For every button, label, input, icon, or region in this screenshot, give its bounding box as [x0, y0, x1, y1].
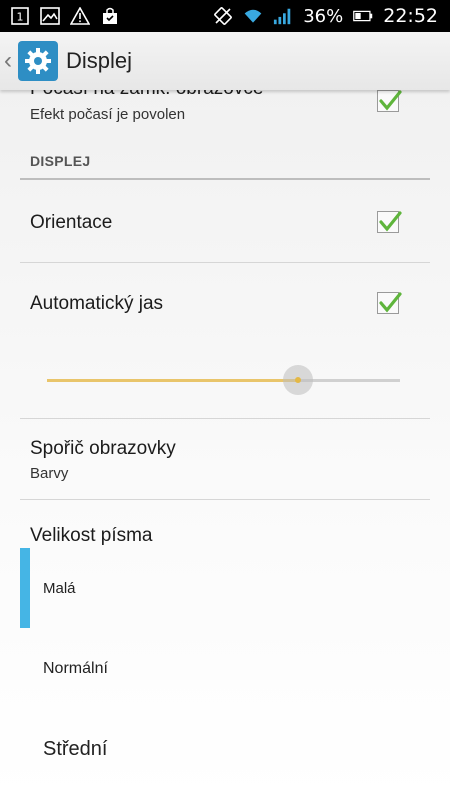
- screensaver-title: Spořič obrazovky: [30, 438, 176, 459]
- brightness-slider-dot: [295, 377, 301, 383]
- divider: [20, 262, 430, 263]
- divider: [20, 499, 430, 500]
- warning-icon: [70, 6, 90, 26]
- font-size-option-medium[interactable]: Střední: [43, 738, 107, 761]
- font-size-option-small[interactable]: Malá: [43, 580, 76, 597]
- wifi-icon: [243, 6, 263, 26]
- auto-brightness-title: Automatický jas: [30, 293, 164, 314]
- image-icon: [40, 6, 60, 26]
- store-bag-icon: [100, 6, 120, 26]
- font-size-title: Velikost písma: [30, 525, 153, 546]
- preferences-list[interactable]: Počasí na zámk. obrazovce Efekt počasí j…: [0, 90, 450, 800]
- section-divider: [20, 178, 430, 180]
- gear-icon: [18, 41, 58, 81]
- weather-lockscreen-checkbox[interactable]: [377, 90, 402, 112]
- battery-percent: 36%: [303, 5, 344, 27]
- auto-brightness-checkbox[interactable]: [377, 292, 402, 314]
- system-icons: 36% 22:52: [213, 5, 438, 27]
- checkmark-icon: [379, 292, 402, 313]
- divider: [20, 418, 430, 419]
- signal-icon: [273, 6, 293, 26]
- chevron-left-icon: ‹: [4, 47, 12, 74]
- selected-indicator: [20, 548, 30, 628]
- brightness-slider[interactable]: [47, 365, 400, 395]
- page-title: Displej: [66, 48, 133, 73]
- brightness-slider-fill: [47, 379, 298, 382]
- up-navigation-button[interactable]: ‹: [0, 32, 58, 90]
- section-header-display: DISPLEJ: [30, 153, 91, 169]
- checkmark-icon: [379, 211, 402, 232]
- battery-icon: [353, 6, 373, 26]
- weather-lockscreen-title: Počasí na zámk. obrazovce: [30, 90, 263, 100]
- clock: 22:52: [383, 5, 438, 27]
- notification-count-icon: 1: [10, 6, 30, 26]
- status-bar: 1 36% 22:52: [0, 0, 450, 32]
- action-bar: ‹ Displej: [0, 32, 450, 90]
- rotate-icon: [213, 6, 233, 26]
- orientation-title: Orientace: [30, 212, 113, 233]
- checkmark-icon: [379, 90, 402, 111]
- orientation-checkbox[interactable]: [377, 211, 402, 233]
- notification-icons: 1: [10, 6, 120, 26]
- weather-lockscreen-summary: Efekt počasí je povolen: [30, 106, 186, 123]
- font-size-option-normal[interactable]: Normální: [43, 660, 108, 678]
- notification-count: 1: [17, 11, 24, 24]
- screensaver-summary: Barvy: [30, 465, 69, 482]
